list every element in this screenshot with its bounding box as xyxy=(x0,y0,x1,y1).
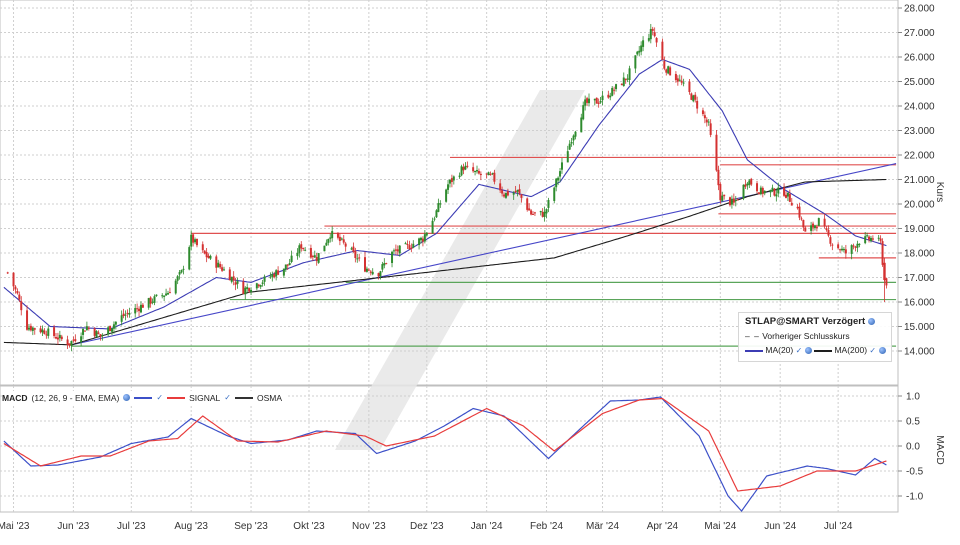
x-tick-label: Aug '23 xyxy=(174,521,208,532)
macd-y-tick-label: 0.5 xyxy=(906,417,920,428)
candle xyxy=(435,209,438,218)
x-tick-label: Sep '23 xyxy=(234,521,268,532)
candle xyxy=(881,238,884,267)
globe-icon[interactable] xyxy=(878,347,886,355)
legend-ma200: MA(200) xyxy=(834,345,868,355)
y-tick-label: 25.000 xyxy=(904,77,935,88)
globe-icon[interactable] xyxy=(804,347,812,355)
macd-y-tick-label: 1.0 xyxy=(906,392,920,403)
ma200-swatch xyxy=(814,349,833,352)
candle xyxy=(526,197,529,212)
candle xyxy=(773,188,776,197)
chart-svg: 14.000 15.000 16.000 17.000 18.000 19.000 20.0… xyxy=(0,0,945,532)
y-tick-label: 26.000 xyxy=(904,53,935,64)
y-tick-label: 24.000 xyxy=(904,102,935,113)
candle xyxy=(445,188,448,203)
candle xyxy=(728,196,731,207)
check-icon[interactable]: ✓ xyxy=(156,393,163,402)
macd-y-tick-label: 0.0 xyxy=(906,442,920,453)
y-tick-label: 21.000 xyxy=(904,175,935,186)
macd-legend-label: MACD xyxy=(2,392,28,403)
macd-swatch xyxy=(134,396,153,399)
candle xyxy=(174,278,177,295)
y-tick-label: 19.000 xyxy=(904,224,935,235)
price-legend: STLAP@SMART Verzögert – – Vorheriger Sch… xyxy=(738,312,892,362)
x-tick-label: Jun '24 xyxy=(764,521,796,532)
x-tick-label: Jul '23 xyxy=(117,521,146,532)
macd-params: (12, 26, 9 - EMA, EMA) xyxy=(31,392,120,403)
x-tick-label: Okt '23 xyxy=(293,521,325,532)
candle xyxy=(690,92,693,101)
candle xyxy=(757,192,760,195)
macd-panel xyxy=(0,385,899,513)
y-tick-label: 16.000 xyxy=(904,298,935,309)
y-tick-label: 23.000 xyxy=(904,126,935,137)
check-icon[interactable]: ✓ xyxy=(224,393,231,402)
candle xyxy=(188,245,191,271)
x-tick-label: Mai '23 xyxy=(0,521,30,532)
y-tick-label: 22.000 xyxy=(904,151,935,162)
y-tick-label: 15.000 xyxy=(904,322,935,333)
candle xyxy=(595,97,598,104)
check-icon[interactable]: ✓ xyxy=(796,346,803,355)
macd-legend: MACD (12, 26, 9 - EMA, EMA) ✓ SIGNAL ✓ O… xyxy=(2,391,286,404)
y-tick-label: 18.000 xyxy=(904,249,935,260)
candle xyxy=(817,217,820,227)
x-tick-label: Jan '24 xyxy=(471,521,503,532)
candle xyxy=(661,38,664,61)
signal-legend-label: SIGNAL xyxy=(189,392,221,403)
x-tick-label: Jun '23 xyxy=(57,521,89,532)
globe-icon[interactable] xyxy=(867,317,875,325)
y-tick-label: 27.000 xyxy=(904,28,935,39)
check-icon[interactable]: ✓ xyxy=(869,346,876,355)
candle xyxy=(742,184,745,201)
candle xyxy=(460,164,463,177)
y-tick-label: 17.000 xyxy=(904,273,935,284)
y-axis-title: Kurs xyxy=(934,182,945,203)
candle xyxy=(323,245,326,252)
dash-icon: – – xyxy=(745,331,760,341)
osma-swatch xyxy=(234,396,253,399)
candle xyxy=(109,325,112,332)
candle xyxy=(95,330,98,338)
x-tick-label: Mär '24 xyxy=(586,521,619,532)
x-tick-label: Apr '24 xyxy=(647,521,679,532)
macd-y-tick-label: -1.0 xyxy=(906,492,924,503)
ma20-swatch xyxy=(745,349,763,352)
candle xyxy=(667,65,670,75)
signal-swatch xyxy=(167,396,186,399)
legend-ma20: MA(20) xyxy=(765,345,794,355)
candle xyxy=(715,129,718,172)
stock-chart: 14.000 15.000 16.000 17.000 18.000 19.000 20.0… xyxy=(0,0,960,540)
y-tick-label: 14.000 xyxy=(904,347,935,358)
macd-y-tick-label: -0.5 xyxy=(906,467,924,478)
x-tick-label: Nov '23 xyxy=(352,521,386,532)
osma-legend-label: OSMA xyxy=(256,392,282,403)
x-tick-label: Feb '24 xyxy=(530,521,563,532)
y-tick-label: 20.000 xyxy=(904,200,935,211)
candle xyxy=(692,94,695,103)
globe-icon[interactable] xyxy=(123,394,131,401)
candle xyxy=(317,252,320,264)
x-tick-label: Dez '23 xyxy=(410,521,444,532)
legend-prev-close: Vorheriger Schlusskurs xyxy=(762,331,850,341)
x-tick-label: Jul '24 xyxy=(824,521,853,532)
candle xyxy=(553,186,556,204)
macd-axis-title: MACD xyxy=(934,435,945,464)
legend-title: STLAP@SMART Verzögert xyxy=(745,316,866,327)
x-tick-label: Mai '24 xyxy=(704,521,736,532)
y-tick-label: 28.000 xyxy=(904,4,935,15)
